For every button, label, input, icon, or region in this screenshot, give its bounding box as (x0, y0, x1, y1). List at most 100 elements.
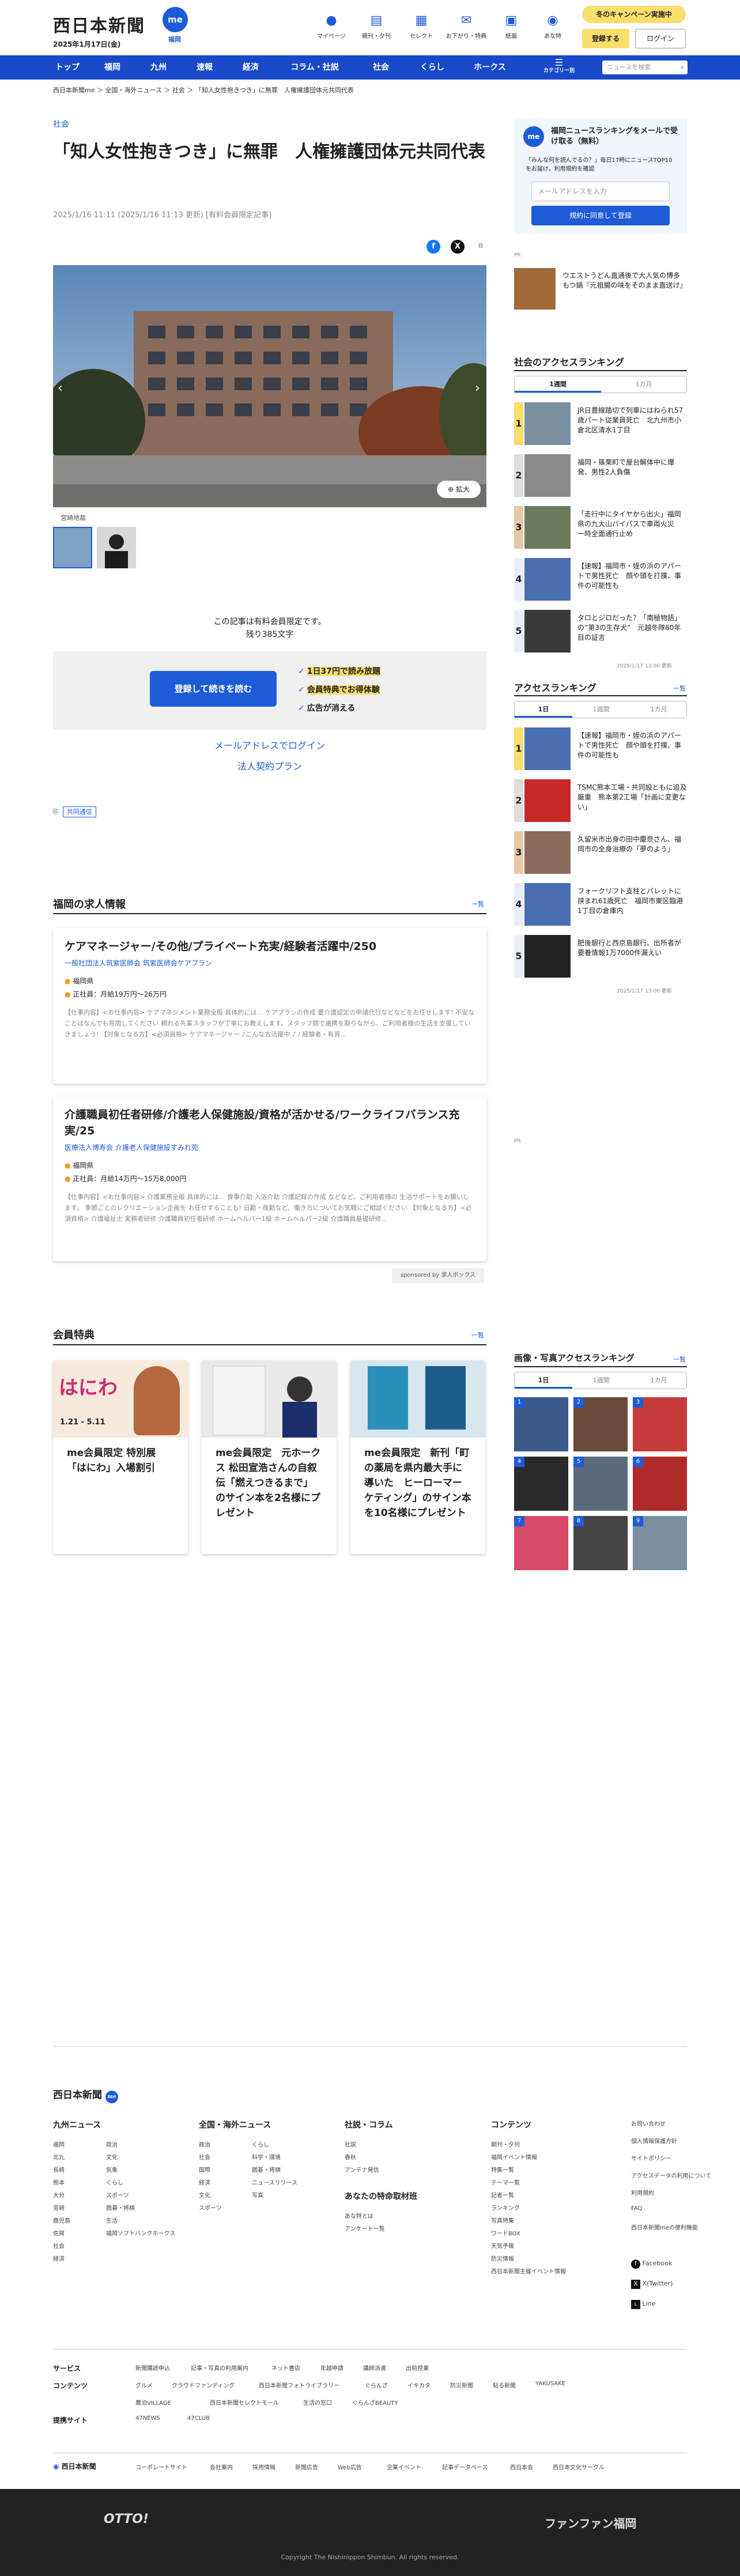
service-link[interactable]: 記事・写真の利用案内 (191, 2363, 248, 2372)
tab-week[interactable]: 1週間 (515, 376, 601, 393)
ad-text[interactable]: ウエストうどん直通後で大人気の博多もつ鍋『元祖腸の味をそのまま直送け』 (562, 271, 687, 291)
photo-ranking-image[interactable]: 7 (514, 1516, 568, 1570)
footer-link[interactable]: 気象 (106, 2165, 118, 2174)
register-continue-button[interactable]: 登録して続きを読む (150, 671, 277, 707)
content-link[interactable]: ぐらんざBEAUTY (352, 2398, 398, 2407)
footer-link[interactable]: テーマ一覧 (491, 2178, 520, 2186)
corp-link[interactable]: 採用情報 (252, 2462, 275, 2471)
footer-link[interactable]: ニュースリリース (252, 2178, 297, 2186)
nav-economy[interactable]: 経済 (236, 55, 265, 80)
footer-link[interactable]: 社会 (53, 2241, 65, 2250)
photo-ranking-image[interactable]: 3 (633, 1397, 687, 1451)
footer-link[interactable]: 福岡イベント情報 (491, 2152, 537, 2161)
footer-link[interactable]: 福岡 (53, 2140, 65, 2148)
content-link[interactable]: ぐらんざ (365, 2381, 388, 2389)
ranking-item[interactable]: 4 フォークリフト支柱とパレットに挟まれ61歳死亡 福岡市東区臨港1丁目の倉庫内 (514, 883, 687, 926)
footer-link[interactable]: くらし (252, 2140, 269, 2148)
tab-week[interactable]: 1週間 (572, 1372, 630, 1389)
service-link[interactable]: 年越申請 (320, 2363, 343, 2372)
service-link[interactable]: 出前授業 (406, 2363, 429, 2372)
corp-link[interactable]: Web広告 (338, 2462, 362, 2471)
x-share-icon[interactable]: X (451, 240, 465, 254)
ranking-item[interactable]: 2 福岡・篠栗町で屋台解体中に爆発、男性2人負傷 (514, 454, 687, 497)
facebook-share-icon[interactable]: f (426, 240, 440, 254)
footer-link[interactable]: 西日本新聞主催イベント情報 (491, 2266, 566, 2275)
photo-ranking-more-link[interactable]: 一覧 (673, 1355, 686, 1364)
footer-link[interactable]: 科学・環境 (252, 2152, 281, 2161)
footer-link[interactable]: 政治 (106, 2140, 118, 2148)
corp-link[interactable]: 新聞広告 (295, 2462, 318, 2471)
footer-side-link[interactable]: FAQ (631, 2205, 642, 2212)
ranking-item[interactable]: 1 JR日豊線踏切で列車にはねられ57歳パート従業員死亡 北九州市小倉北区清水1丁… (514, 402, 687, 445)
content-link[interactable]: 生活の窓口 (303, 2398, 332, 2407)
me-logo-badge[interactable]: me (163, 7, 188, 32)
photo-thumbnail[interactable] (97, 527, 136, 568)
perks-more-link[interactable]: 一覧 (471, 1330, 484, 1340)
footer-link[interactable]: 朝刊・夕刊 (491, 2140, 520, 2148)
footer-side-link[interactable]: アクセスデータの利用について (631, 2171, 711, 2179)
service-link[interactable]: 新聞購読申込 (135, 2363, 170, 2372)
line-link[interactable]: L Line (631, 2300, 655, 2309)
footer-col-heading[interactable]: コンテンツ (491, 2119, 531, 2130)
tab-month[interactable]: 1カ月 (630, 1372, 688, 1389)
category-menu-button[interactable]: ☰ カテゴリー別 (536, 55, 582, 80)
footer-link[interactable]: 天気予報 (491, 2241, 514, 2250)
fanfan-logo[interactable]: ファンファン福岡 (545, 2514, 636, 2531)
tab-day[interactable]: 1日 (515, 1372, 572, 1389)
nav-society[interactable]: 社会 (367, 55, 395, 80)
ranking-item[interactable]: 5 肥後銀行と西京島銀行、出所者が要養情報1万7000件漏えい (514, 935, 687, 978)
corp-link[interactable]: 記事データベース (442, 2462, 488, 2471)
footer-link[interactable]: 経済 (53, 2254, 65, 2262)
footer-link[interactable]: 長崎 (53, 2165, 65, 2174)
perk-card[interactable]: me会員限定 新刊「町の薬局を県内最大手に導いた ヒーローマーケティング」のサイ… (350, 1360, 485, 1554)
footer-link[interactable]: ワードBOX (491, 2228, 520, 2237)
tab-month[interactable]: 1カ月 (601, 376, 686, 393)
ranking-item[interactable]: 5 タロとジロだった？「南極物語」の“第3の生存犬” 元越冬隊60年目の証言 (514, 610, 687, 653)
footer-link[interactable]: 経済 (199, 2178, 210, 2186)
ranking-item[interactable]: 3 久留米市出身の田中慶奈さん、福岡市の全身治療の「夢のよう」 (514, 831, 687, 874)
footer-side-link[interactable]: お問い合わせ (631, 2119, 666, 2128)
corp-link[interactable]: コーポレートサイト (135, 2462, 187, 2471)
ranking-item[interactable]: 2 TSMC熊本工場・共同設ともに追及厳重 熊本第2工場「計画に変更ない」 (514, 779, 687, 822)
photo-ranking-image[interactable]: 5 (573, 1457, 628, 1511)
article-photo[interactable]: ‹ › (53, 265, 486, 507)
job-title[interactable]: 介護職員初任者研修/介護老人保健施設/資格が活かせる/ワークライフバランス充実/… (65, 1107, 475, 1139)
footer-link[interactable]: 記者一覧 (491, 2190, 514, 2199)
footer-link[interactable]: 春秋 (345, 2152, 356, 2161)
content-link[interactable]: 貼る新聞 (493, 2381, 516, 2389)
service-link[interactable]: 講師派遣 (363, 2363, 386, 2372)
content-link[interactable]: 防災新聞 (450, 2381, 473, 2389)
nav-breaking[interactable]: 速報 (190, 55, 219, 80)
footer-link[interactable]: 鹿児島 (53, 2216, 70, 2224)
nav-fukuoka[interactable]: 福岡 (98, 55, 127, 80)
footer-link[interactable]: 社説 (345, 2140, 356, 2148)
perk-card[interactable]: はにわ 1.21 - 5.11 me会員限定 特別展「はにわ」入場割引 (53, 1360, 188, 1554)
bookmark-icon[interactable]: ⌑ (474, 240, 488, 254)
footer-link[interactable]: スポーツ (106, 2190, 129, 2199)
corp-logo[interactable]: ◉ 西日本新聞 (53, 2461, 96, 2471)
content-link[interactable]: グルメ (135, 2381, 153, 2389)
photo-ranking-image[interactable]: 1 (514, 1397, 568, 1451)
email-login-link[interactable]: メールアドレスでログイン (53, 738, 486, 752)
footer-col-heading[interactable]: あなたの特命取材班 (345, 2190, 417, 2202)
mypage-link[interactable]: ● マイページ (311, 13, 352, 40)
access-more-link[interactable]: 一覧 (673, 684, 686, 693)
photo-ranking-image[interactable]: 8 (573, 1516, 628, 1570)
nav-hawks[interactable]: ホークス (470, 55, 510, 80)
register-button[interactable]: 登録する (582, 29, 629, 48)
footer-link[interactable]: 文化 (199, 2190, 210, 2199)
newspaper-link[interactable]: ▤ 親刊・夕刊 (356, 13, 397, 40)
job-title[interactable]: ケアマネージャー/その他/プライベート充実/経験者活躍中/250 (65, 938, 475, 955)
newsletter-subscribe-button[interactable]: 規約に同意して登録 (531, 206, 670, 225)
partner-link[interactable]: 47NEWS (135, 2415, 160, 2422)
job-card[interactable]: ケアマネージャー/その他/プライベート充実/経験者活躍中/250 一般社団法人筑… (53, 928, 486, 1084)
email-input[interactable]: メールアドレスを入力 (531, 182, 670, 201)
footer-link[interactable]: 大分 (53, 2190, 65, 2199)
gift-link[interactable]: ✉ お下がり・特典 (446, 13, 486, 40)
corp-link[interactable]: 西日本会 (510, 2462, 533, 2471)
anatoku-link[interactable]: ◉ あな特 (533, 13, 573, 40)
ranking-item[interactable]: 1 【速報】福岡市・姪の浜のアパートで男性死亡 顔や頭を打撲、事件の可能性も (514, 727, 687, 770)
zoom-button[interactable]: ⊕ 拡大 (437, 481, 481, 498)
service-link[interactable]: ネット書店 (271, 2363, 300, 2372)
breadcrumb[interactable]: 西日本新聞me ＞ 全国・海外ニュース ＞ 社会 ＞ 「知人女性抱きつき」に無罪… (53, 85, 354, 95)
